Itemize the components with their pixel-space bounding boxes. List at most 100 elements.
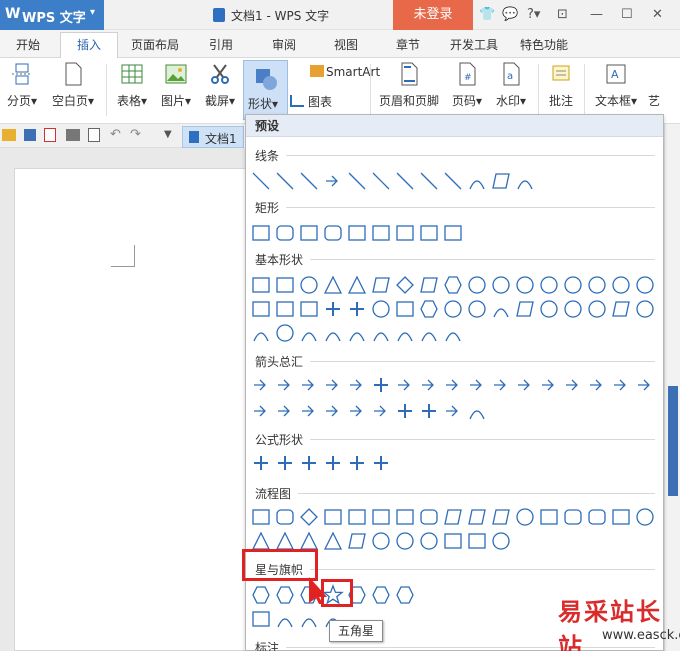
redo-icon[interactable]: ↷ (130, 127, 141, 142)
shape-option[interactable] (275, 453, 295, 473)
restore-icon[interactable]: ⊡ (557, 7, 568, 22)
shape-option[interactable] (491, 531, 511, 551)
shape-option[interactable] (419, 401, 439, 421)
shape-option[interactable] (395, 275, 415, 295)
login-button[interactable]: 未登录 (393, 0, 473, 30)
tab-special[interactable]: 特色功能 (520, 36, 568, 53)
shape-option[interactable] (323, 323, 343, 343)
tab-home[interactable]: 开始 (16, 36, 40, 53)
shape-option[interactable] (443, 375, 463, 395)
shape-option[interactable] (467, 401, 487, 421)
shape-option[interactable] (419, 375, 439, 395)
minimize-button[interactable]: — (590, 7, 603, 22)
shape-option[interactable] (251, 531, 271, 551)
shape-option[interactable] (299, 171, 319, 191)
shape-option[interactable] (563, 275, 583, 295)
shape-option[interactable] (467, 275, 487, 295)
shape-option[interactable] (491, 375, 511, 395)
shape-option[interactable] (323, 531, 343, 551)
shape-option[interactable] (539, 507, 559, 527)
shape-option[interactable] (395, 531, 415, 551)
page-break-button[interactable]: 分页▾ (4, 62, 40, 109)
page-number-button[interactable]: # 页码▾ (449, 62, 485, 109)
header-footer-button[interactable]: 页眉和页脚 (378, 62, 440, 109)
shape-option[interactable] (419, 531, 439, 551)
shape-option[interactable] (371, 531, 391, 551)
shape-option[interactable] (635, 507, 655, 527)
shape-option[interactable] (635, 375, 655, 395)
shape-option[interactable] (323, 171, 343, 191)
customize-arrow-icon[interactable]: ▼ (164, 129, 172, 140)
shape-option[interactable] (443, 507, 463, 527)
shape-option[interactable] (347, 323, 367, 343)
help-icon[interactable]: ?▾ (527, 7, 540, 22)
shape-option[interactable] (299, 299, 319, 319)
export-pdf-icon[interactable] (44, 128, 56, 142)
shape-option[interactable] (251, 171, 271, 191)
document-page[interactable] (14, 168, 246, 651)
open-folder-icon[interactable] (2, 129, 16, 141)
shape-option[interactable] (299, 507, 319, 527)
shape-option[interactable] (539, 299, 559, 319)
shape-option[interactable] (275, 401, 295, 421)
app-menu-button[interactable]: W WPS 文字 ▾ (0, 0, 104, 30)
shape-option[interactable] (299, 401, 319, 421)
undo-icon[interactable]: ↶ (110, 127, 121, 142)
shape-button[interactable]: 形状▾ (243, 60, 288, 120)
shape-option[interactable] (467, 375, 487, 395)
shape-option[interactable] (563, 507, 583, 527)
shape-option[interactable] (611, 507, 631, 527)
shape-option[interactable] (251, 401, 271, 421)
shape-option[interactable] (251, 585, 271, 605)
shape-option[interactable] (491, 507, 511, 527)
shape-option[interactable] (443, 299, 463, 319)
comment-button[interactable]: 批注 (546, 62, 576, 109)
save-icon[interactable] (24, 129, 36, 141)
shape-option[interactable] (419, 299, 439, 319)
scroll-thumb[interactable] (668, 386, 678, 496)
textbox-button[interactable]: A 文本框▾ (592, 62, 640, 109)
shape-option[interactable] (611, 375, 631, 395)
shape-option[interactable] (371, 453, 391, 473)
shape-option[interactable] (251, 507, 271, 527)
shape-option[interactable] (275, 507, 295, 527)
maximize-button[interactable]: ☐ (621, 7, 633, 22)
shape-option[interactable] (371, 275, 391, 295)
shape-option[interactable] (275, 585, 295, 605)
shape-option[interactable] (347, 299, 367, 319)
tab-developer[interactable]: 开发工具 (450, 36, 498, 53)
shape-option[interactable] (275, 223, 295, 243)
shape-option[interactable] (515, 507, 535, 527)
print-preview-icon[interactable] (88, 128, 100, 142)
shape-option[interactable] (251, 375, 271, 395)
shape-option[interactable] (443, 275, 463, 295)
shape-option[interactable] (467, 299, 487, 319)
shape-option[interactable] (371, 223, 391, 243)
shape-option[interactable] (443, 531, 463, 551)
shape-option[interactable] (443, 223, 463, 243)
shape-option[interactable] (587, 299, 607, 319)
tab-insert[interactable]: 插入 (60, 32, 118, 59)
table-button[interactable]: 表格▾ (114, 62, 150, 109)
shape-option[interactable] (371, 323, 391, 343)
shape-option[interactable] (419, 323, 439, 343)
shape-option[interactable] (371, 507, 391, 527)
shape-option[interactable] (251, 223, 271, 243)
shape-option[interactable] (347, 171, 367, 191)
shape-option[interactable] (467, 171, 487, 191)
shape-option[interactable] (371, 401, 391, 421)
shape-option[interactable] (299, 223, 319, 243)
tab-page-layout[interactable]: 页面布局 (131, 36, 179, 53)
shape-option[interactable] (443, 401, 463, 421)
shape-option[interactable] (539, 275, 559, 295)
shape-option[interactable] (395, 223, 415, 243)
tab-view[interactable]: 视图 (334, 36, 358, 53)
shape-option[interactable] (419, 171, 439, 191)
shape-option[interactable] (563, 375, 583, 395)
shape-option[interactable] (419, 275, 439, 295)
shape-option[interactable] (275, 323, 295, 343)
tab-references[interactable]: 引用 (209, 36, 233, 53)
shape-option[interactable] (587, 375, 607, 395)
shape-option[interactable] (371, 375, 391, 395)
shape-option[interactable] (371, 299, 391, 319)
